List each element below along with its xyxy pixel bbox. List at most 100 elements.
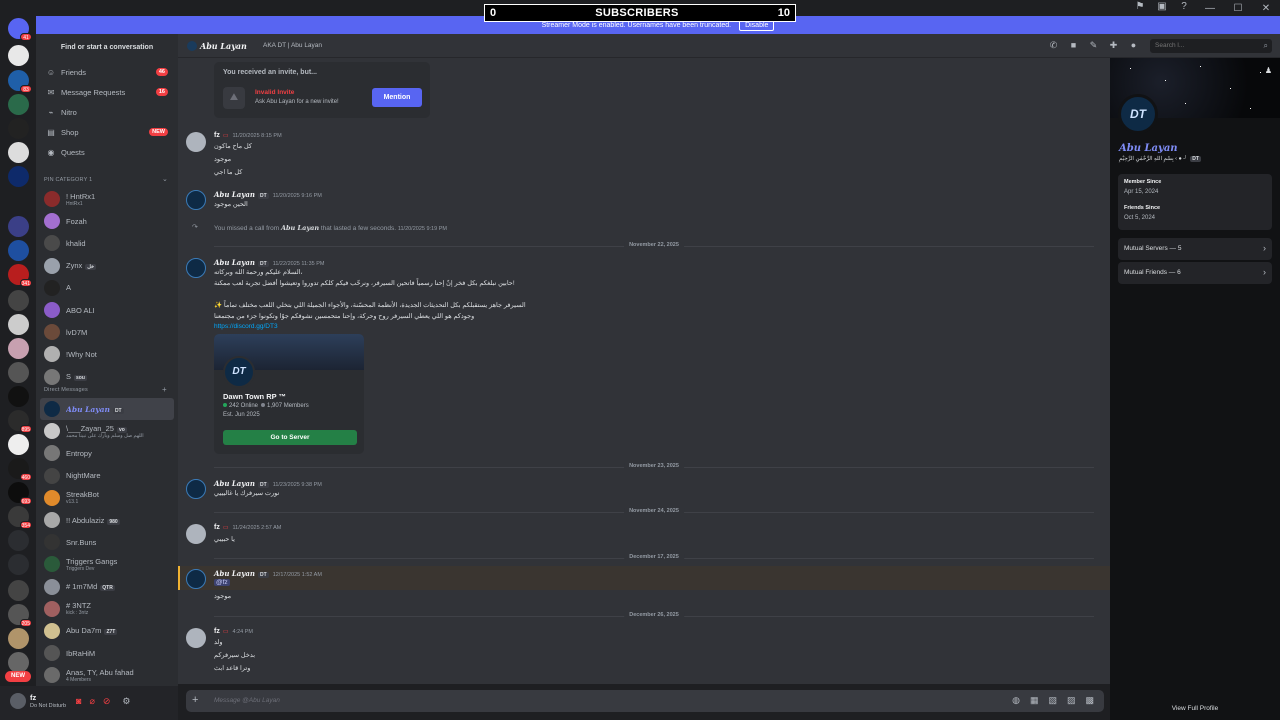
call-icon[interactable]: ✆ (1049, 40, 1058, 51)
dm-item[interactable]: Fozah (40, 210, 174, 232)
deafen-icon[interactable]: ⊘ (103, 696, 111, 707)
dm-item[interactable]: Abu Da7m Z7T (40, 620, 174, 642)
server-icon[interactable]: 693 (8, 482, 32, 505)
server-icon[interactable]: 83 (8, 70, 32, 93)
server-icon[interactable]: 460 (8, 458, 32, 481)
nav-friends[interactable]: ☺ Friends 46 (40, 62, 174, 82)
message-composer[interactable]: + Message @Abu Layan ◍ ▦ ▧ ▨ ▩ (186, 690, 1104, 712)
game-icon[interactable]: ◙ (76, 696, 81, 707)
screen-icon[interactable]: ▣ (1156, 1, 1168, 13)
new-badge[interactable]: NEW (5, 671, 31, 682)
add-friend-icon[interactable]: ♟ (1265, 66, 1272, 75)
server-icon[interactable] (8, 580, 29, 601)
server-icon[interactable]: 354 (8, 506, 32, 529)
message-author[interactable]: Abu Layan (214, 190, 255, 199)
dm-item-active[interactable]: Abu Layan DT (40, 398, 174, 421)
avatar[interactable] (186, 479, 206, 499)
server-icon[interactable] (8, 434, 29, 455)
mutual-friends-row[interactable]: Mutual Friends — 6 › (1118, 262, 1272, 284)
view-full-profile-button[interactable]: View Full Profile (1110, 698, 1280, 720)
server-icon[interactable] (8, 118, 29, 139)
dm-item[interactable]: !! Abdulaziz 980 (40, 509, 174, 531)
dm-item[interactable]: Entropy (40, 442, 174, 464)
dm-item[interactable]: khalid (40, 232, 174, 254)
message-author[interactable]: fz (214, 132, 220, 139)
dm-item[interactable]: IbRaHiM (40, 642, 174, 664)
dm-item[interactable]: NightMare (40, 465, 174, 487)
home-button[interactable]: 41 (8, 18, 32, 41)
server-icon[interactable] (8, 314, 29, 335)
gift-icon[interactable]: ◍ (1012, 695, 1020, 706)
server-icon[interactable]: 895 (8, 410, 32, 433)
dm-item[interactable]: ! HntRx1 HntRx1 (40, 188, 174, 210)
server-icon[interactable] (8, 94, 29, 115)
dm-item[interactable]: \___Zayan_25 vo اللهم صل وسلم وبارك على نب… (40, 420, 174, 442)
chevron-down-icon[interactable]: ⌄ (162, 175, 168, 183)
dm-item[interactable]: StreakBot v13.1 (40, 487, 174, 509)
search-input[interactable] (1150, 39, 1272, 53)
attach-plus-icon[interactable]: + (192, 694, 198, 706)
dm-item[interactable]: Ssou (40, 366, 174, 388)
avatar[interactable] (186, 258, 206, 278)
dm-item[interactable]: Zynx خل (40, 255, 174, 277)
dm-item[interactable]: lvD7M (40, 321, 174, 343)
message-author[interactable]: fz (214, 628, 220, 635)
server-icon[interactable] (8, 142, 29, 163)
message-author[interactable]: Abu Layan (214, 569, 255, 578)
dm-item[interactable]: ABO ALI (40, 299, 174, 321)
mute-icon[interactable]: ⌀ (89, 696, 94, 707)
apps-icon[interactable]: ▩ (1085, 695, 1094, 706)
server-icon-f[interactable] (8, 530, 29, 551)
pin-category-header[interactable]: PIN CATEGORY 1 ⌄ (44, 176, 168, 183)
message-author[interactable]: Abu Layan (214, 479, 255, 488)
go-to-server-button[interactable]: Go to Server (223, 430, 357, 445)
server-icon[interactable] (8, 45, 29, 66)
inbox-flag-icon[interactable]: ⚑ (1134, 1, 1146, 13)
image-icon[interactable]: ▨ (1067, 695, 1076, 706)
server-icon[interactable]: 205 (8, 604, 32, 627)
dm-item[interactable]: Anas, TY, Abu fahad 4 Members (40, 664, 174, 686)
server-icon[interactable] (8, 652, 29, 673)
server-icon[interactable]: 341 (8, 264, 32, 287)
gear-icon[interactable]: ⚙ (122, 696, 130, 707)
profile-avatar[interactable]: DT (1118, 94, 1158, 134)
avatar[interactable] (186, 628, 206, 648)
video-icon[interactable]: ■ (1069, 40, 1078, 51)
avatar[interactable] (186, 190, 206, 210)
mention-pill[interactable]: @fz (214, 579, 230, 586)
message-author[interactable]: fz (214, 524, 220, 531)
nav-nitro[interactable]: ⌁ Nitro (40, 102, 174, 122)
dm-item[interactable]: # 3NTZ kick : 3ntz (40, 598, 174, 620)
dm-item[interactable]: Triggers Gangs Triggers Dev (40, 553, 174, 575)
help-icon[interactable]: ? (1178, 1, 1190, 13)
dm-item[interactable]: Snr.Buns (40, 531, 174, 553)
dm-item[interactable]: !Why Not (40, 343, 174, 365)
dm-item[interactable]: A (40, 277, 174, 299)
server-icon[interactable] (8, 166, 29, 187)
dm-item[interactable]: # 1m7Md QTR (40, 576, 174, 598)
mention-button[interactable]: Mention (372, 88, 422, 107)
message-author[interactable]: Abu Layan (214, 258, 255, 267)
maximize-icon[interactable]: ☐ (1224, 0, 1252, 16)
nav-message-requests[interactable]: ✉ Message Requests 16 (40, 82, 174, 102)
server-icon[interactable] (8, 290, 29, 311)
avatar[interactable] (10, 693, 26, 709)
server-icon-fs[interactable] (8, 554, 29, 575)
nav-shop[interactable]: ▤ Shop NEW (40, 122, 174, 142)
invite-link[interactable]: https://discord.gg/DT3 (214, 323, 278, 330)
server-icon[interactable] (8, 338, 29, 359)
add-dm-icon[interactable]: + (162, 385, 167, 394)
server-icon[interactable] (8, 628, 29, 649)
server-icon[interactable] (8, 240, 29, 261)
close-icon[interactable]: ✕ (1252, 0, 1280, 16)
avatar[interactable] (186, 132, 206, 152)
avatar[interactable] (186, 569, 206, 589)
gif-icon[interactable]: ▦ (1030, 695, 1039, 706)
pin-icon[interactable]: ✎ (1089, 40, 1098, 51)
profile-icon[interactable]: ● (1129, 40, 1138, 51)
find-conversation-button[interactable]: Find or start a conversation (44, 40, 170, 54)
server-icon[interactable] (8, 362, 29, 383)
avatar[interactable] (186, 524, 206, 544)
server-icon[interactable] (8, 386, 29, 407)
minimize-icon[interactable]: — (1196, 0, 1224, 16)
